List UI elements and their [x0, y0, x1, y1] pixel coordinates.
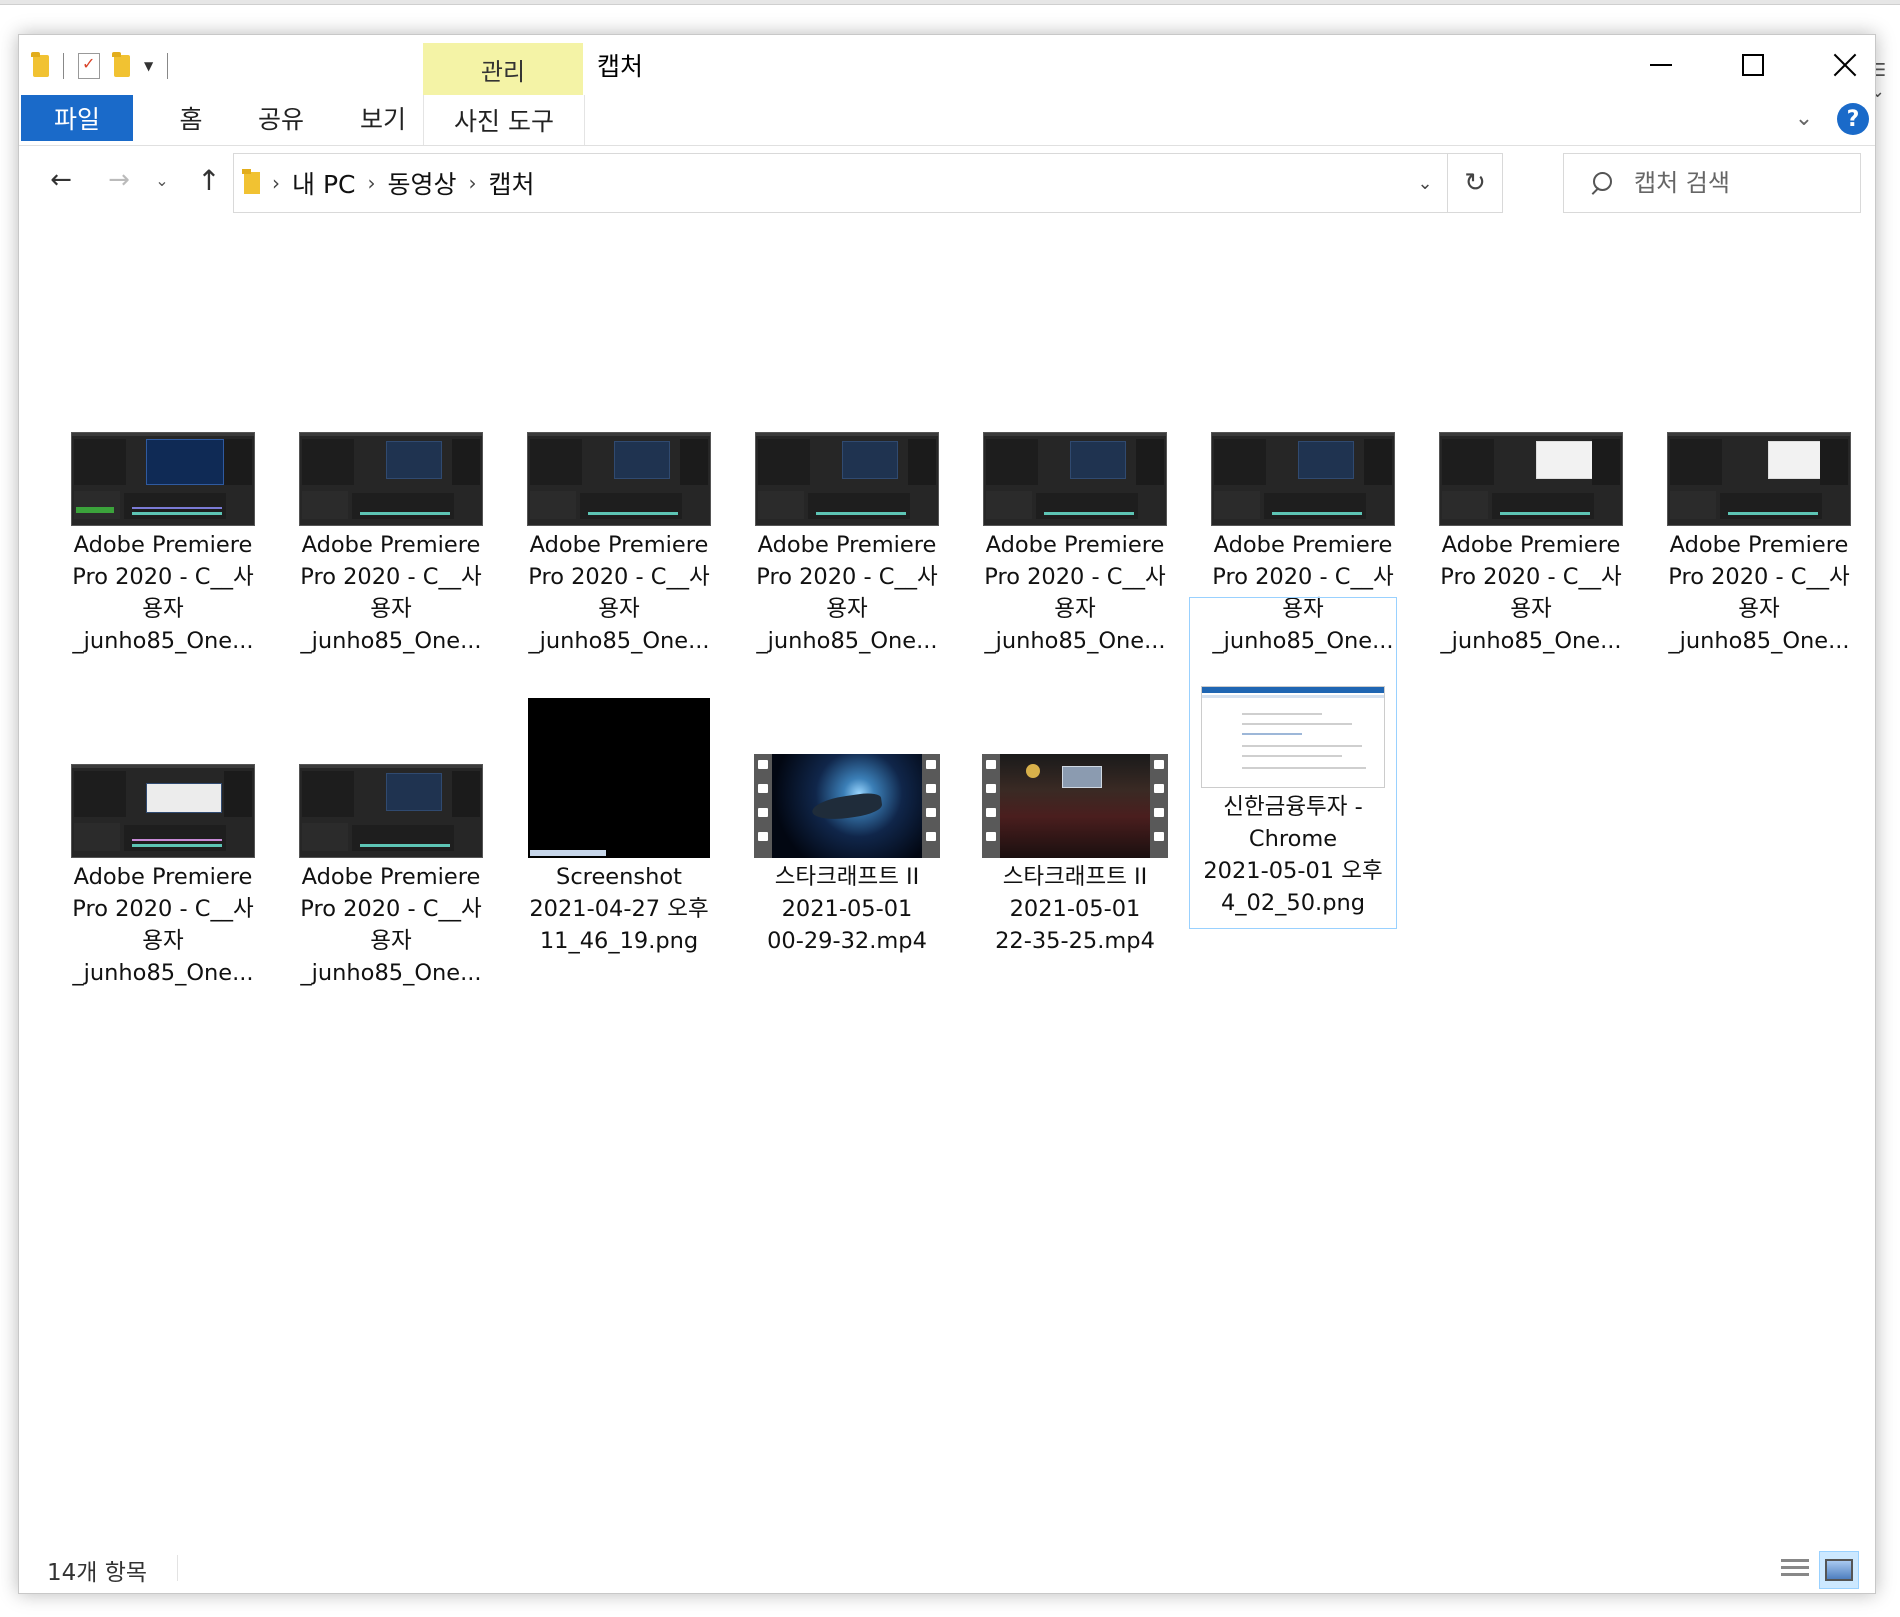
file-name: Adobe Premiere Pro 2020 - C__사 용자 _junho…	[1668, 532, 1850, 654]
file-name: Adobe Premiere Pro 2020 - C__사 용자 _junho…	[72, 532, 254, 654]
premiere-thumbnail	[1667, 432, 1851, 526]
close-icon	[1833, 53, 1857, 77]
file-item[interactable]: 스타크래프트 II 2021-05-01 00-29-32.mp4	[743, 667, 951, 999]
close-button[interactable]	[1799, 35, 1875, 95]
file-name: Adobe Premiere Pro 2020 - C__사 용자 _junho…	[984, 532, 1166, 654]
quick-access-toolbar: ▼	[31, 49, 169, 83]
file-item[interactable]: Adobe Premiere Pro 2020 - C__사 용자 _junho…	[743, 335, 951, 667]
title-bar: ▼ 관리 캡처	[19, 35, 1875, 95]
premiere-thumbnail	[1211, 432, 1395, 526]
tab-view[interactable]: 보기	[331, 95, 435, 141]
context-tab-group-manage: 관리	[423, 43, 583, 95]
ribbon-tabs: 파일 홈 공유 보기 사진 도구 ⌄ ?	[19, 95, 1875, 146]
large-icons-view-icon[interactable]	[1819, 1551, 1859, 1589]
status-separator	[177, 1555, 178, 1581]
file-name: Adobe Premiere Pro 2020 - C__사 용자 _junho…	[756, 532, 938, 654]
video-thumbnail	[982, 754, 1168, 858]
search-box[interactable]	[1563, 153, 1861, 213]
maximize-icon	[1742, 54, 1764, 76]
screenshot-thumbnail	[528, 698, 710, 858]
premiere-thumbnail	[71, 764, 255, 858]
file-explorer-window: ▼ 관리 캡처 파일 홈 공유 보기 사진 도구 ⌄ ? ← → ⌄ ↑ › 내…	[18, 34, 1876, 1594]
address-bar[interactable]: › 내 PC › 동영상 › 캡처 ⌄ ↻	[233, 153, 1503, 213]
address-history-chevron-icon[interactable]: ⌄	[1402, 154, 1448, 212]
breadcrumb-chevron-icon[interactable]: ›	[469, 171, 477, 195]
breadcrumb-chevron-icon[interactable]: ›	[367, 171, 375, 195]
file-name: 스타크래프트 II 2021-05-01 00-29-32.mp4	[767, 864, 927, 954]
chrome-screenshot-thumbnail	[1201, 686, 1385, 788]
file-name: Adobe Premiere Pro 2020 - C__사 용자 _junho…	[300, 532, 482, 654]
tab-picture-tools[interactable]: 사진 도구	[423, 95, 585, 145]
file-item[interactable]: Adobe Premiere Pro 2020 - C__사 용자 _junho…	[59, 667, 267, 999]
status-bar: 14개 항목	[19, 1545, 1875, 1593]
tab-home[interactable]: 홈	[153, 95, 229, 141]
minimize-icon	[1650, 64, 1672, 66]
toolbar-separator	[167, 53, 169, 79]
back-arrow-icon[interactable]: ←	[39, 157, 83, 203]
file-name: Adobe Premiere Pro 2020 - C__사 용자 _junho…	[1440, 532, 1622, 654]
file-item[interactable]: Adobe Premiere Pro 2020 - C__사 용자 _junho…	[287, 335, 495, 667]
search-input[interactable]	[1632, 168, 1856, 198]
file-item-selected[interactable]: 신한금융투자 - Chrome 2021-05-01 오후 4_02_50.pn…	[1189, 597, 1397, 929]
item-count: 14개 항목	[47, 1560, 148, 1586]
premiere-thumbnail	[71, 432, 255, 526]
breadcrumb-captures[interactable]: 캡처	[489, 165, 535, 201]
new-folder-icon[interactable]	[112, 52, 130, 77]
premiere-thumbnail	[299, 764, 483, 858]
file-name: Adobe Premiere Pro 2020 - C__사 용자 _junho…	[528, 532, 710, 654]
properties-icon[interactable]	[78, 53, 100, 79]
recent-locations-chevron-icon[interactable]: ⌄	[149, 157, 175, 203]
premiere-thumbnail	[299, 432, 483, 526]
file-name: Adobe Premiere Pro 2020 - C__사 용자 _junho…	[300, 864, 482, 986]
file-name: Adobe Premiere Pro 2020 - C__사 용자 _junho…	[72, 864, 254, 986]
file-item[interactable]: Adobe Premiere Pro 2020 - C__사 용자 _junho…	[59, 335, 267, 667]
forward-arrow-icon[interactable]: →	[97, 157, 141, 203]
file-name: 스타크래프트 II 2021-05-01 22-35-25.mp4	[995, 864, 1155, 954]
premiere-thumbnail	[527, 432, 711, 526]
premiere-thumbnail	[755, 432, 939, 526]
file-list-area[interactable]: Adobe Premiere Pro 2020 - C__사 용자 _junho…	[19, 215, 1875, 1535]
file-name: 신한금융투자 - Chrome 2021-05-01 오후 4_02_50.pn…	[1203, 794, 1383, 916]
premiere-thumbnail	[983, 432, 1167, 526]
breadcrumb-videos[interactable]: 동영상	[387, 165, 456, 201]
breadcrumb-chevron-icon[interactable]: ›	[272, 171, 280, 195]
navigation-bar: ← → ⌄ ↑ › 내 PC › 동영상 › 캡처 ⌄ ↻	[19, 147, 1875, 213]
maximize-button[interactable]	[1707, 35, 1799, 95]
file-item[interactable]: Adobe Premiere Pro 2020 - C__사 용자 _junho…	[515, 335, 723, 667]
folder-icon	[31, 52, 49, 77]
search-icon	[1590, 172, 1612, 195]
breadcrumb-this-pc[interactable]: 내 PC	[292, 165, 355, 201]
file-name: Screenshot 2021-04-27 오후 11_46_19.png	[529, 864, 709, 954]
up-arrow-icon[interactable]: ↑	[187, 157, 231, 203]
file-item[interactable]: Adobe Premiere Pro 2020 - C__사 용자 _junho…	[287, 667, 495, 999]
window-title: 캡처	[597, 52, 644, 81]
minimize-button[interactable]	[1615, 35, 1707, 95]
expand-ribbon-chevron-icon[interactable]: ⌄	[1789, 103, 1819, 133]
video-thumbnail	[754, 754, 940, 858]
help-icon[interactable]: ?	[1837, 103, 1869, 135]
tab-share[interactable]: 공유	[231, 95, 331, 141]
premiere-thumbnail	[1439, 432, 1623, 526]
folder-icon	[242, 169, 260, 194]
file-item[interactable]: Screenshot 2021-04-27 오후 11_46_19.png	[515, 667, 723, 999]
details-view-icon[interactable]	[1781, 1557, 1809, 1581]
refresh-icon[interactable]: ↻	[1447, 154, 1502, 212]
file-item[interactable]: 스타크래프트 II 2021-05-01 22-35-25.mp4	[971, 667, 1179, 999]
tab-file[interactable]: 파일	[21, 95, 133, 141]
desktop-top-edge	[0, 0, 1900, 5]
toolbar-separator	[63, 53, 64, 79]
file-item[interactable]: Adobe Premiere Pro 2020 - C__사 용자 _junho…	[971, 335, 1179, 667]
file-item[interactable]: Adobe Premiere Pro 2020 - C__사 용자 _junho…	[1655, 335, 1863, 667]
file-item[interactable]: Adobe Premiere Pro 2020 - C__사 용자 _junho…	[1427, 335, 1635, 667]
customize-toolbar-dropdown-icon[interactable]: ▼	[144, 59, 153, 73]
